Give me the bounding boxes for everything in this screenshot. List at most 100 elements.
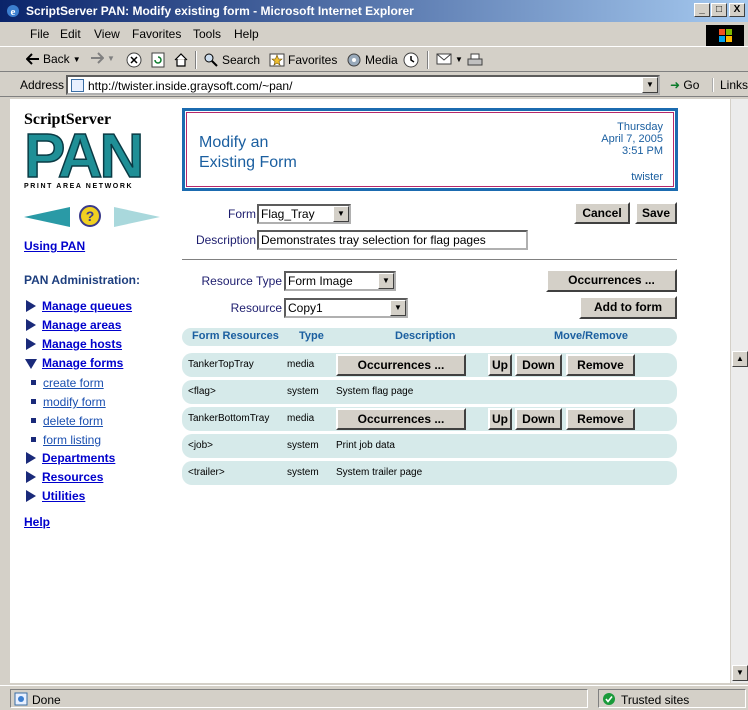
nav-form-listing[interactable]: form listing xyxy=(43,433,101,447)
row-remove-button[interactable]: Remove xyxy=(566,354,635,376)
header-host: twister xyxy=(631,171,663,183)
using-pan-link[interactable]: Using PAN xyxy=(24,239,85,253)
collapsed-triangle-icon xyxy=(26,338,36,350)
close-button[interactable]: X xyxy=(729,3,745,17)
row-resource-name: TankerBottomTray xyxy=(188,413,270,424)
menu-favorites[interactable]: Favorites xyxy=(132,27,181,41)
favorites-star-icon xyxy=(269,53,285,67)
forward-button[interactable]: ▼ xyxy=(90,52,115,64)
row-up-button[interactable]: Up xyxy=(488,354,512,376)
menu-file[interactable]: File xyxy=(30,27,49,41)
logo-tagline: PRINT AREA NETWORK xyxy=(24,183,134,190)
maximize-button[interactable]: □ xyxy=(711,3,727,17)
description-input[interactable]: Demonstrates tray selection for flag pag… xyxy=(257,230,528,250)
col-description: Description xyxy=(395,330,456,342)
search-button[interactable]: Search xyxy=(203,52,260,68)
nav-delete-form[interactable]: delete form xyxy=(43,414,103,428)
resource-select[interactable]: Copy1 ▼ xyxy=(284,298,408,318)
cancel-button[interactable]: Cancel xyxy=(574,202,630,224)
occurrences-button[interactable]: Occurrences ... xyxy=(546,269,677,292)
menu-edit[interactable]: Edit xyxy=(60,27,81,41)
minimize-button[interactable]: _ xyxy=(694,3,710,17)
resource-type-select[interactable]: Form Image ▼ xyxy=(284,271,396,291)
page-title-line1: Modify an xyxy=(199,134,269,151)
page-title: Modify an Existing Form xyxy=(199,133,349,173)
menu-view[interactable]: View xyxy=(94,27,120,41)
page-icon xyxy=(71,79,84,92)
page-header-box: Modify an Existing Form Thursday April 7… xyxy=(182,108,678,191)
favorites-button[interactable]: Favorites xyxy=(269,52,337,68)
header-datetime: Thursday April 7, 2005 3:51 PM xyxy=(601,121,663,157)
row-up-button[interactable]: Up xyxy=(488,408,512,430)
back-dropdown-icon: ▼ xyxy=(72,54,81,64)
bullet-icon xyxy=(31,418,36,423)
nav-manage-forms[interactable]: Manage forms xyxy=(42,356,123,370)
row-type: media xyxy=(287,413,315,424)
help-link[interactable]: Help xyxy=(24,515,50,529)
row-occurrences-button[interactable]: Occurrences ... xyxy=(336,408,466,430)
form-label: Form xyxy=(228,207,256,221)
stop-button[interactable] xyxy=(126,52,142,68)
row-type: system xyxy=(287,467,319,478)
table-row: <trailer> system System trailer page xyxy=(182,461,677,485)
save-button[interactable]: Save xyxy=(635,202,677,224)
mail-dropdown-icon: ▼ xyxy=(455,54,463,64)
history-button[interactable] xyxy=(403,52,419,68)
chevron-down-icon: ▼ xyxy=(390,300,406,316)
home-button[interactable] xyxy=(173,52,189,68)
resource-type-value: Form Image xyxy=(288,274,353,288)
forward-page-icon[interactable] xyxy=(114,207,160,227)
nav-manage-hosts[interactable]: Manage hosts xyxy=(42,337,122,351)
header-time: 3:51 PM xyxy=(622,145,663,157)
address-input[interactable]: http://twister.inside.graysoft.com/~pan/… xyxy=(66,75,660,95)
row-occurrences-button[interactable]: Occurrences ... xyxy=(336,354,466,376)
nav-create-form[interactable]: create form xyxy=(43,376,104,390)
pan-admin-heading: PAN Administration: xyxy=(24,273,140,287)
menu-tools[interactable]: Tools xyxy=(193,27,221,41)
toolbar: Back ▼ ▼ Search Favorites Media ▼ xyxy=(0,46,748,72)
col-move-remove: Move/Remove xyxy=(554,330,628,342)
menu-help[interactable]: Help xyxy=(234,27,259,41)
col-type: Type xyxy=(299,330,324,342)
nav-manage-queues[interactable]: Manage queues xyxy=(42,299,132,313)
row-type: system xyxy=(287,440,319,451)
address-dropdown-icon[interactable]: ▼ xyxy=(642,77,658,93)
table-row: TankerBottomTray media Occurrences ... U… xyxy=(182,407,677,431)
print-button[interactable] xyxy=(467,52,483,68)
add-to-form-button[interactable]: Add to form xyxy=(579,296,677,319)
nav-manage-areas[interactable]: Manage areas xyxy=(42,318,121,332)
go-button[interactable]: ➜ Go xyxy=(670,78,699,92)
form-select[interactable]: Flag_Tray ▼ xyxy=(257,204,351,224)
scroll-up-icon[interactable]: ▲ xyxy=(732,351,748,367)
back-page-icon[interactable] xyxy=(24,207,70,227)
resources-table-header: Form Resources Type Description Move/Rem… xyxy=(182,328,677,346)
row-resource-name: TankerTopTray xyxy=(188,359,254,370)
back-button[interactable]: Back ▼ xyxy=(26,52,81,66)
bullet-icon xyxy=(31,380,36,385)
row-down-button[interactable]: Down xyxy=(515,354,562,376)
zone-text: Trusted sites xyxy=(621,693,690,707)
mail-button[interactable]: ▼ xyxy=(436,52,463,66)
row-type: system xyxy=(287,386,319,397)
media-button[interactable]: Media xyxy=(346,52,398,68)
help-question-icon[interactable]: ? xyxy=(79,205,101,227)
stop-icon xyxy=(126,52,142,68)
title-bar: e ScriptServer PAN: Modify existing form… xyxy=(0,0,748,22)
forward-dropdown-icon: ▼ xyxy=(107,53,115,63)
nav-utilities[interactable]: Utilities xyxy=(42,489,85,503)
window-title: ScriptServer PAN: Modify existing form -… xyxy=(26,4,414,18)
row-remove-button[interactable]: Remove xyxy=(566,408,635,430)
links-button[interactable]: Links xyxy=(712,78,748,92)
nav-modify-form[interactable]: modify form xyxy=(43,395,106,409)
page-title-line2: Existing Form xyxy=(199,154,297,171)
media-icon xyxy=(347,53,361,67)
header-inner: Modify an Existing Form Thursday April 7… xyxy=(186,112,674,187)
security-zone-panel: Trusted sites xyxy=(598,689,746,708)
vertical-scrollbar[interactable]: ▲ ▼ xyxy=(730,99,748,683)
table-row: <flag> system System flag page xyxy=(182,380,677,404)
refresh-button[interactable] xyxy=(150,52,166,68)
nav-resources[interactable]: Resources xyxy=(42,470,103,484)
nav-departments[interactable]: Departments xyxy=(42,451,115,465)
scroll-down-icon[interactable]: ▼ xyxy=(732,665,748,681)
row-down-button[interactable]: Down xyxy=(515,408,562,430)
